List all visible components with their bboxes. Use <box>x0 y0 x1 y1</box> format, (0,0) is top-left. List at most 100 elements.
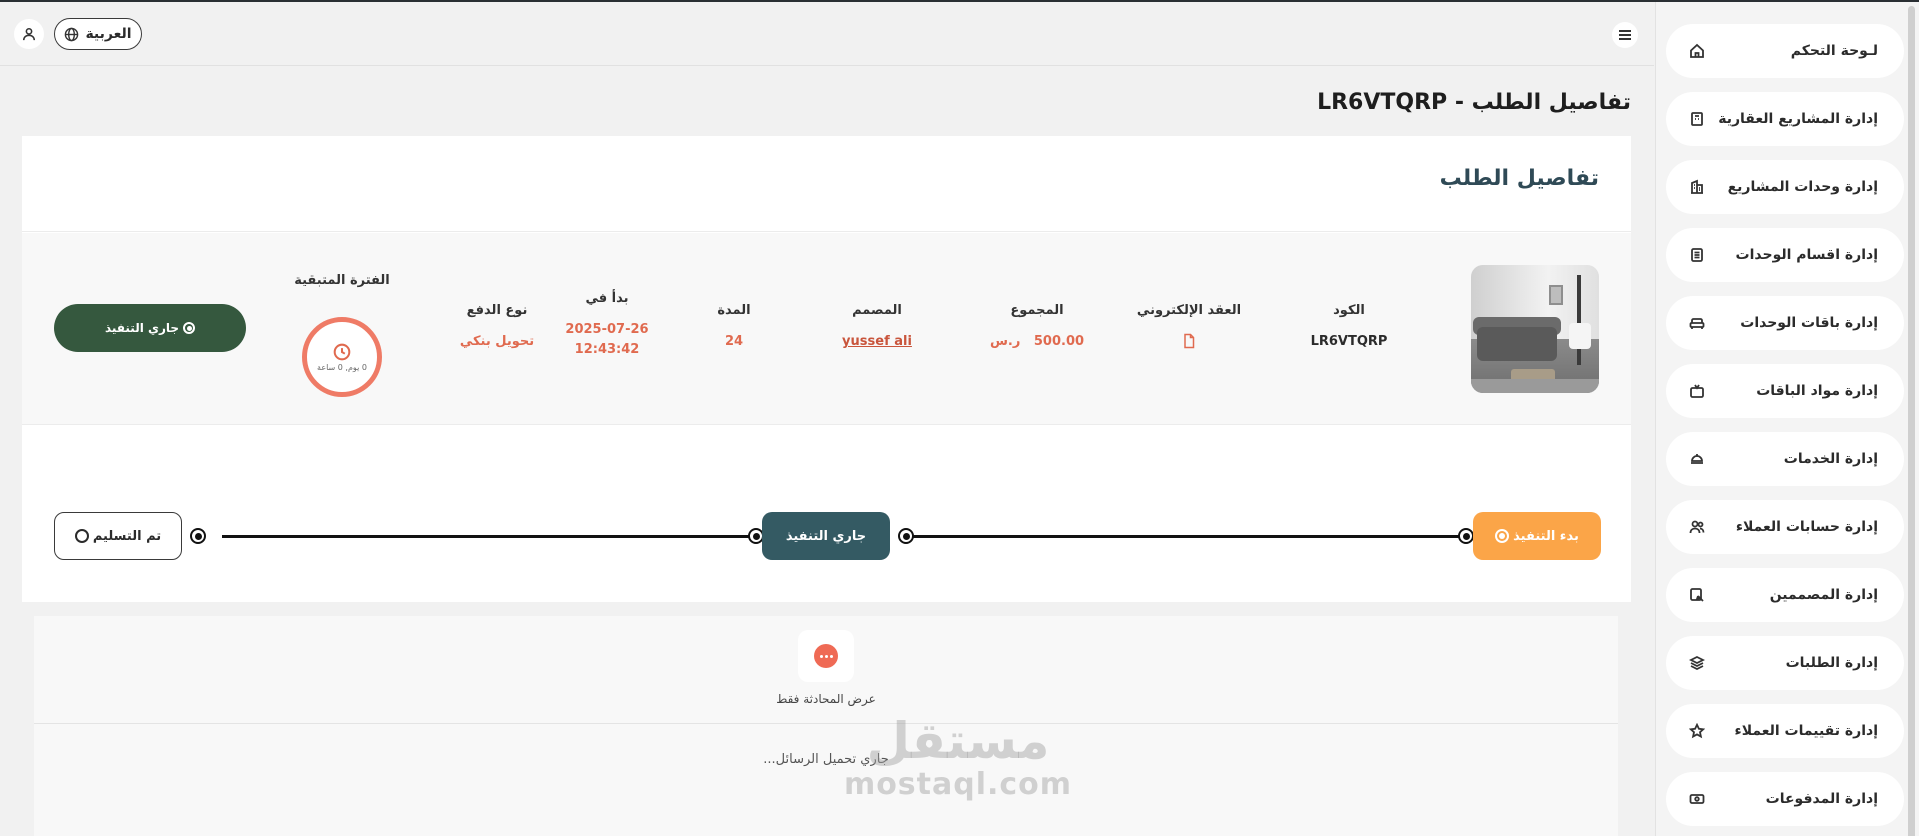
chat-bubble-icon <box>814 644 838 668</box>
order-code-value: LR6VTQRP <box>1310 334 1388 349</box>
step-delivered[interactable]: تم التسليم <box>54 512 182 560</box>
sidebar-item-customer-reviews[interactable]: إدارة تقييمات العملاء <box>1666 704 1904 758</box>
sidebar: لـوحة التحكم إدارة المشاريع العقارية إدا… <box>1655 2 1919 836</box>
sidebar-scrollbar[interactable] <box>1908 6 1915 836</box>
apartment-icon <box>1688 178 1706 196</box>
hamburger-icon <box>1619 30 1631 40</box>
sidebar-item-unit-sections[interactable]: إدارة اقسام الوحدات <box>1666 228 1904 282</box>
file-icon <box>1184 333 1195 349</box>
service-icon <box>1688 450 1706 468</box>
sidebar-item-label: إدارة حسابات العملاء <box>1735 519 1878 535</box>
progress-line <box>906 535 1474 538</box>
chat-panel: عرض المحادثة فقط جاري تحميل الرسائل... <box>34 616 1618 836</box>
sidebar-item-project-units[interactable]: إدارة وحدات المشاريع <box>1666 160 1904 214</box>
sidebar-item-label: إدارة وحدات المشاريع <box>1727 179 1878 195</box>
e-contract-label: العقد الإلكتروني <box>1136 303 1242 318</box>
started-at-label: بدأ في <box>585 291 629 306</box>
payment-type-label: نوع الدفع <box>466 303 528 318</box>
e-contract-link[interactable] <box>1124 332 1254 357</box>
order-status-button[interactable]: جاري التنفيذ <box>54 304 246 352</box>
step-start-execution[interactable]: بدء التنفيذ <box>1473 512 1601 560</box>
order-code-label: الكود <box>1333 303 1365 318</box>
sidebar-item-label: إدارة مواد الباقات <box>1756 383 1878 399</box>
users-icon <box>1688 518 1706 536</box>
chat-view-only-caption: عرض المحادثة فقط <box>776 692 876 706</box>
sidebar-item-dashboard[interactable]: لـوحة التحكم <box>1666 24 1904 78</box>
step-label: بدء التنفيذ <box>1513 528 1579 544</box>
remaining-period-label: الفترة المتبقية <box>294 273 390 288</box>
sidebar-item-label: إدارة المدفوعات <box>1765 791 1878 807</box>
sidebar-item-label: إدارة الطلبات <box>1785 655 1878 671</box>
progress-node <box>190 528 206 544</box>
designer-label: المصمم <box>852 303 902 318</box>
designer-field: المصمم yussef ali <box>822 303 932 352</box>
order-progress-track: بدء التنفيذ جاري التنفيذ تم التسليم <box>22 426 1631 602</box>
designer-link[interactable]: yussef ali <box>822 332 932 352</box>
tv-icon <box>1688 382 1706 400</box>
progress-node <box>898 528 914 544</box>
user-profile-button[interactable] <box>14 19 44 49</box>
sidebar-item-customer-accounts[interactable]: إدارة حسابات العملاء <box>1666 500 1904 554</box>
home-icon <box>1688 42 1706 60</box>
sidebar-item-label: إدارة تقييمات العملاء <box>1734 723 1878 739</box>
sidebar-item-label: لـوحة التحكم <box>1790 43 1878 59</box>
sidebar-item-services[interactable]: إدارة الخدمات <box>1666 432 1904 486</box>
radio-checked-icon <box>1495 529 1510 543</box>
started-at-time: 12:43:42 <box>574 342 640 357</box>
remaining-period-label-wrap: الفترة المتبقية <box>282 273 402 302</box>
card-header: تفاصيل الطلب <box>22 136 1631 232</box>
chat-loading-text: جاري تحميل الرسائل... <box>763 752 889 767</box>
remaining-period-value: 0 يوم, 0 ساعة <box>317 362 367 372</box>
sidebar-item-payments[interactable]: إدارة المدفوعات <box>1666 772 1904 826</box>
sidebar-item-unit-packages[interactable]: إدارة باقات الوحدات <box>1666 296 1904 350</box>
payment-type-value: تحويل بنكي <box>459 334 535 349</box>
order-code-field: الكود LR6VTQRP <box>1284 303 1414 352</box>
page-title: تفاصيل الطلب - LR6VTQRP <box>1317 90 1631 115</box>
sidebar-item-real-estate-projects[interactable]: إدارة المشاريع العقارية <box>1666 92 1904 146</box>
step-label: جاري التنفيذ <box>785 528 867 544</box>
sidebar-item-designers[interactable]: إدارة المصممين <box>1666 568 1904 622</box>
star-icon <box>1688 722 1706 740</box>
chat-view-button[interactable] <box>798 630 854 682</box>
language-label: العربية <box>85 26 132 42</box>
sidebar-item-label: إدارة الخدمات <box>1783 451 1878 467</box>
duration-value: 24 <box>724 334 744 349</box>
e-contract-field: العقد الإلكتروني <box>1124 303 1254 357</box>
radio-empty-icon <box>74 529 89 543</box>
unit-thumbnail-image <box>1471 265 1599 393</box>
sidebar-item-label: إدارة المصممين <box>1769 587 1878 603</box>
top-bar: العربية <box>0 2 1654 66</box>
user-icon <box>22 27 36 41</box>
order-info-row: الكود LR6VTQRP العقد الإلكتروني المجموع … <box>22 233 1631 425</box>
designer-icon <box>1688 586 1706 604</box>
cash-icon <box>1688 790 1706 808</box>
sidebar-item-orders[interactable]: إدارة الطلبات <box>1666 636 1904 690</box>
card-title: تفاصيل الطلب <box>1439 166 1599 191</box>
radio-dot-icon <box>183 322 196 334</box>
sidebar-item-label: إدارة باقات الوحدات <box>1740 315 1878 331</box>
payment-type-field: نوع الدفع تحويل بنكي <box>442 303 552 352</box>
remaining-period-timer: 0 يوم, 0 ساعة <box>302 317 382 397</box>
clock-icon <box>333 343 351 360</box>
step-label: تم التسليم <box>92 528 162 544</box>
layers-icon <box>1688 654 1706 672</box>
order-details-card: تفاصيل الطلب الكود LR6VTQRP العقد الإلكت… <box>22 136 1631 602</box>
total-value: 500.00 ر.س <box>982 332 1092 352</box>
list-icon <box>1688 246 1706 264</box>
sidebar-item-label: إدارة اقسام الوحدات <box>1735 247 1878 263</box>
sofa-icon <box>1688 314 1706 332</box>
language-switcher-button[interactable]: العربية <box>54 18 142 50</box>
chat-header: عرض المحادثة فقط <box>34 616 1618 724</box>
total-field: المجموع 500.00 ر.س <box>982 303 1092 352</box>
total-currency: ر.س <box>989 334 1021 349</box>
progress-line <box>222 535 766 538</box>
duration-label: المدة <box>717 303 751 318</box>
step-in-progress[interactable]: جاري التنفيذ <box>762 512 890 560</box>
progress-node <box>1458 528 1474 544</box>
order-status-label: جاري التنفيذ <box>104 321 180 335</box>
building-plan-icon <box>1688 110 1706 128</box>
sidebar-item-package-materials[interactable]: إدارة مواد الباقات <box>1666 364 1904 418</box>
started-at-field: بدأ في 2025-07-26 12:43:42 <box>552 291 662 360</box>
menu-toggle-button[interactable] <box>1612 22 1638 48</box>
total-label: المجموع <box>1010 303 1064 318</box>
